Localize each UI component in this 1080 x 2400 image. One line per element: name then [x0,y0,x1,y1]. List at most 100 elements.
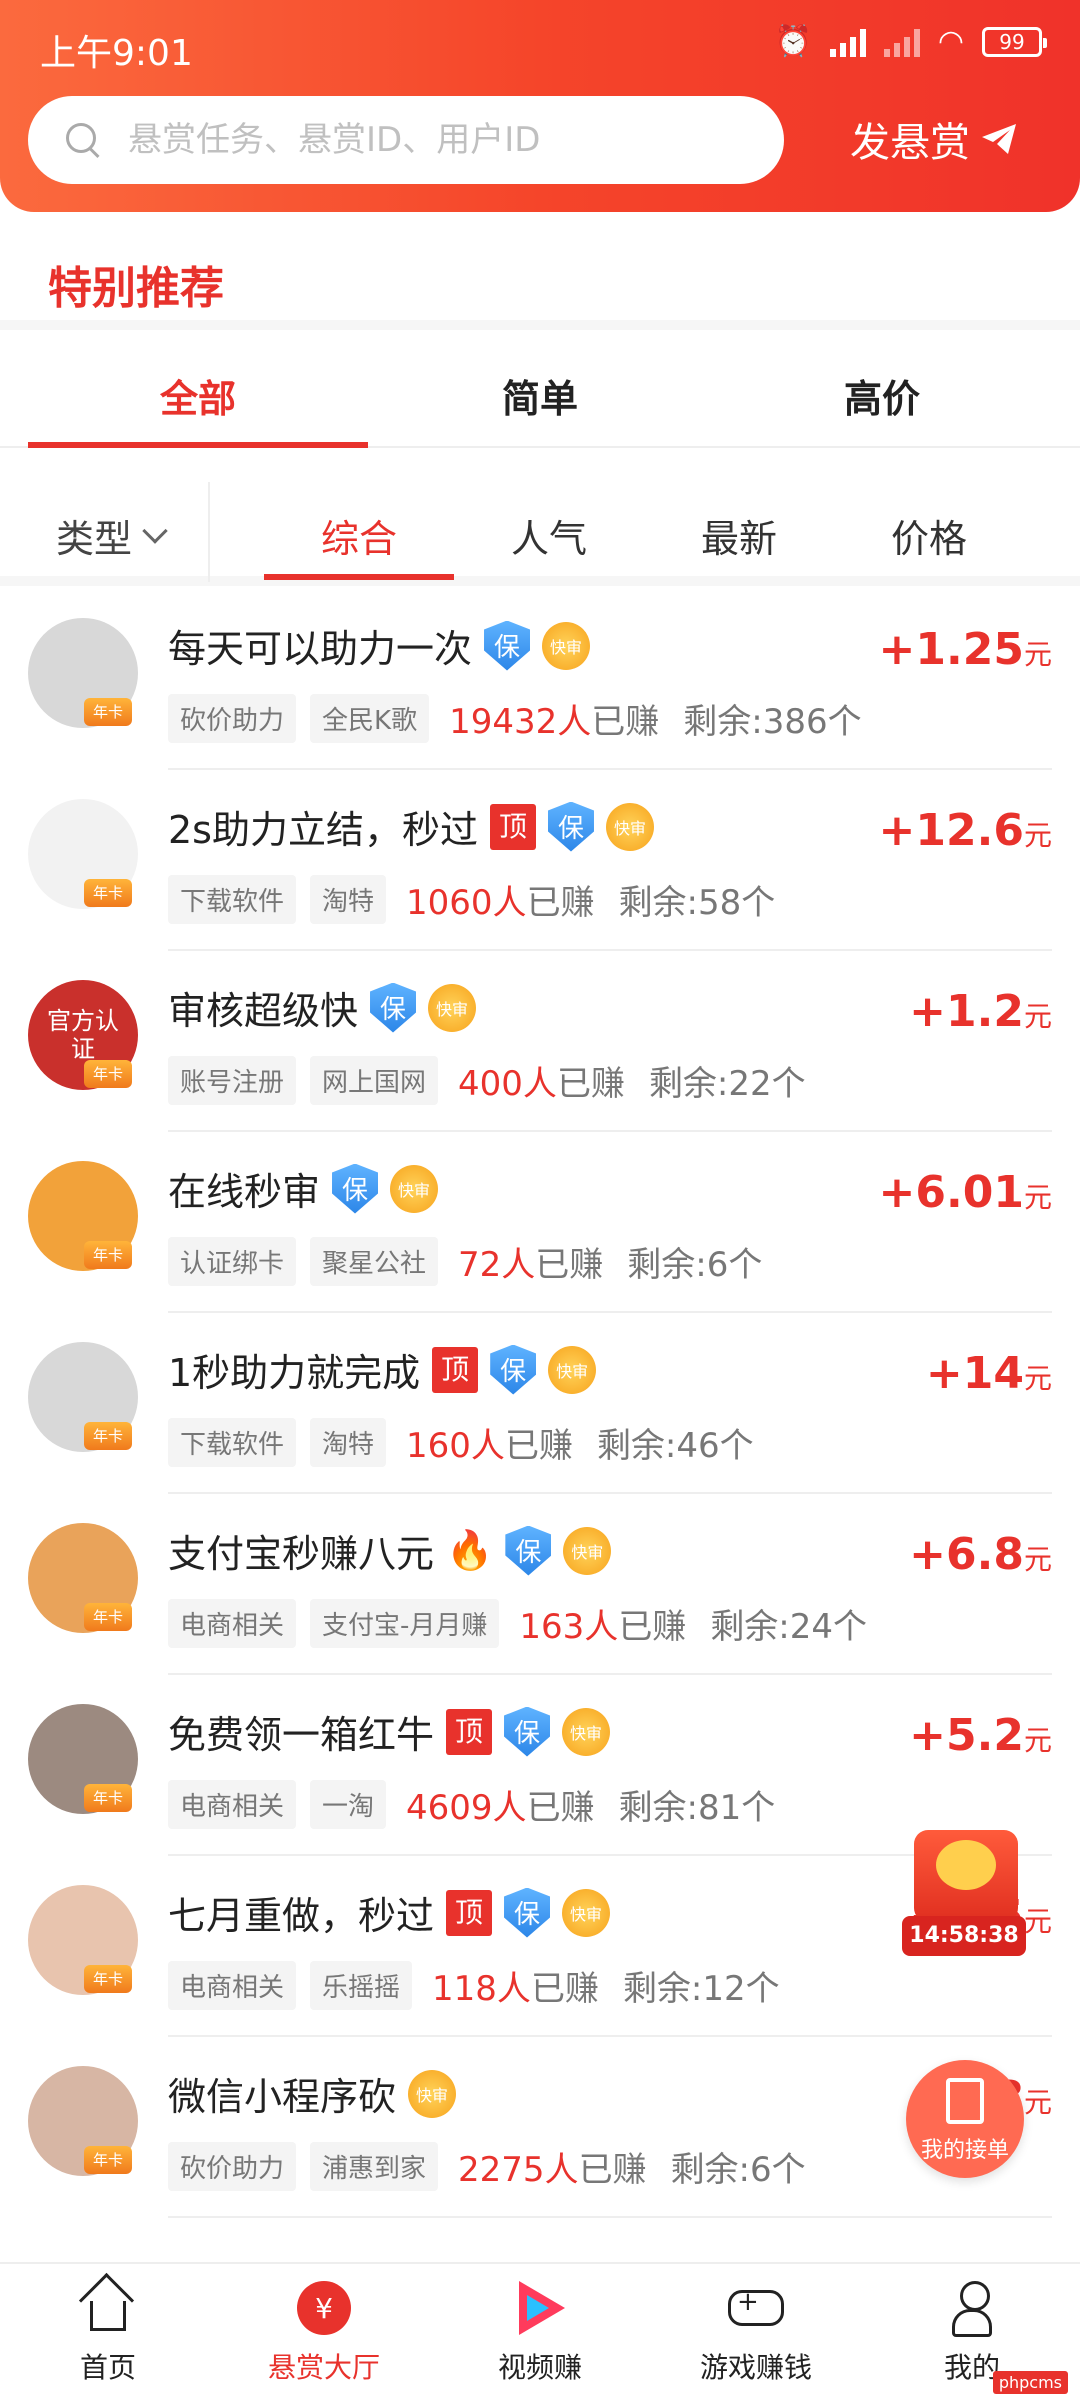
app-chip: 淘特 [310,1418,387,1467]
row-divider [168,1673,1052,1675]
task-row[interactable]: 官方认证 年卡 审核超级快保快审 账号注册 网上国网 400人已赚 剩余:22个 +1.2元 [0,952,1080,1132]
top-badge: 顶 [446,1708,493,1755]
remaining-count: 剩余:386个 [683,702,862,742]
earned-count: 4609人已赚 [406,1780,595,1829]
guarantee-badge-icon: 保 [504,1887,551,1938]
category-chip: 账号注册 [168,1056,297,1105]
earned-suffix: 已赚 [556,1064,625,1104]
earned-number: 4609人 [406,1788,527,1828]
remaining-count: 剩余:58个 [618,883,776,923]
app-chip: 乐摇摇 [310,1961,413,2010]
earned-number: 2275人 [458,2150,579,2190]
reward-amount: +14 [925,1348,1024,1399]
reward-amount: +1.25 [878,624,1024,675]
nav-bounty-hall-label: 悬赏大厅 [267,2351,380,2384]
year-card-badge: 年卡 [84,1422,132,1450]
my-orders-button[interactable]: 我的接单 [906,2060,1024,2178]
fast-review-badge-icon: 快审 [548,1345,597,1394]
category-chip: 下载软件 [168,875,297,924]
sort-popularity[interactable]: 人气 [454,508,644,563]
tab-high-price[interactable]: 高价 [712,368,1052,423]
task-title-line: 七月重做，秒过顶保快审 [168,1885,611,1940]
year-card-badge: 年卡 [84,879,132,907]
nav-home[interactable]: 首页 [0,2278,216,2386]
earned-suffix: 已赚 [591,702,660,742]
earned-count: 72人已赚 [458,1237,603,1286]
type-filter-dropdown[interactable]: 类型 [56,508,168,563]
earned-suffix: 已赚 [578,2150,647,2190]
video-icon [513,2281,567,2335]
task-meta: 电商相关 一淘 4609人已赚 剩余:81个 [168,1780,775,1829]
task-reward: +5.2元 [909,1710,1052,1761]
sort-price[interactable]: 价格 [834,508,1024,563]
task-title-line: 支付宝秒赚八元 🔥 保快审 [168,1523,612,1578]
task-meta: 账号注册 网上国网 400人已赚 剩余:22个 [168,1056,806,1105]
top-badge: 顶 [432,1346,479,1393]
earned-number: 400人 [458,1064,557,1104]
earned-count: 118人已赚 [432,1961,599,2010]
row-divider [168,2216,1052,2218]
fast-review-badge-icon: 快审 [562,1888,611,1937]
row-divider [168,949,1052,951]
red-envelope-widget[interactable]: 14:58:38 [902,1830,1030,1962]
search-bar[interactable] [28,96,784,184]
type-filter-label: 类型 [56,517,133,561]
earned-count: 19432人已赚 [449,694,659,743]
reward-amount: +6.01 [878,1167,1024,1218]
task-row[interactable]: 年卡 在线秒审保快审 认证绑卡 聚星公社 72人已赚 剩余:6个 +6.01元 [0,1133,1080,1313]
task-title-line: 免费领一箱红牛顶保快审 [168,1704,611,1759]
fast-review-badge-icon: 快审 [390,1164,439,1213]
earned-suffix: 已赚 [526,1788,595,1828]
row-divider [168,1311,1052,1313]
sort-newest[interactable]: 最新 [644,508,834,563]
wifi-icon: ◠ [937,24,964,59]
fast-review-badge-icon: 快审 [562,1707,611,1756]
row-divider [168,2035,1052,2037]
remaining-count: 剩余:6个 [670,2150,806,2190]
tab-all[interactable]: 全部 [28,368,368,423]
task-title: 七月重做，秒过 [168,1894,435,1938]
nav-profile[interactable]: 我的 [864,2278,1080,2386]
remaining-count: 剩余:24个 [710,1607,868,1647]
red-envelope-icon [914,1830,1018,1922]
chevron-down-icon [142,517,168,544]
year-card-badge: 年卡 [84,698,132,726]
fire-icon: 🔥 [446,1528,494,1572]
top-badge: 顶 [489,803,536,850]
search-input[interactable] [128,120,728,160]
nav-video-earn[interactable]: 视频赚 [432,2278,648,2386]
gamepad-icon [728,2287,784,2326]
signal-icon [829,27,866,57]
reward-currency: 元 [1023,819,1052,852]
task-row[interactable]: 年卡 1秒助力就完成顶保快审 下载软件 淘特 160人已赚 剩余:46个 +14元 [0,1314,1080,1494]
task-row[interactable]: 年卡 支付宝秒赚八元 🔥 保快审 电商相关 支付宝-月月赚 163人已赚 剩余:24个 +6.8… [0,1495,1080,1675]
tab-simple[interactable]: 简单 [370,368,710,423]
task-meta: 电商相关 支付宝-月月赚 163人已赚 剩余:24个 [168,1599,867,1648]
nav-video-earn-label: 视频赚 [497,2351,582,2384]
earned-suffix: 已赚 [618,1607,687,1647]
category-chip: 电商相关 [168,1599,297,1648]
fast-review-badge-icon: 快审 [563,1526,612,1575]
publish-bounty-button[interactable]: 发悬赏 [850,110,1016,168]
category-tabs: 全部 简单 高价 [0,332,1080,448]
nav-game-earn[interactable]: 游戏赚钱 [648,2278,864,2386]
app-chip: 淘特 [310,875,387,924]
task-row[interactable]: 年卡 免费领一箱红牛顶保快审 电商相关 一淘 4609人已赚 剩余:81个 +5.2元 [0,1676,1080,1856]
earned-count: 400人已赚 [458,1056,625,1105]
task-title-line: 1秒助力就完成顶保快审 [168,1342,597,1397]
task-row[interactable]: 年卡 每天可以助力一次保快审 砍价助力 全民K歌 19432人已赚 剩余:386个 +1.2… [0,590,1080,770]
sort-comprehensive[interactable]: 综合 [264,508,454,563]
row-divider [168,1492,1052,1494]
divider [208,482,210,582]
task-title-line: 每天可以助力一次保快审 [168,618,591,673]
nav-bounty-hall[interactable]: ¥ 悬赏大厅 [216,2278,432,2386]
guarantee-badge-icon: 保 [547,801,594,852]
home-icon [90,2301,126,2331]
task-row[interactable]: 年卡 2s助力立结，秒过顶保快审 下载软件 淘特 1060人已赚 剩余:58个 +12.6元 [0,771,1080,951]
task-title: 1秒助力就完成 [168,1351,421,1395]
guarantee-badge-icon: 保 [484,620,531,671]
reward-currency: 元 [1023,638,1052,671]
task-reward: +1.25元 [879,624,1052,675]
year-card-badge: 年卡 [84,1965,132,1993]
earned-number: 1060人 [406,883,527,923]
